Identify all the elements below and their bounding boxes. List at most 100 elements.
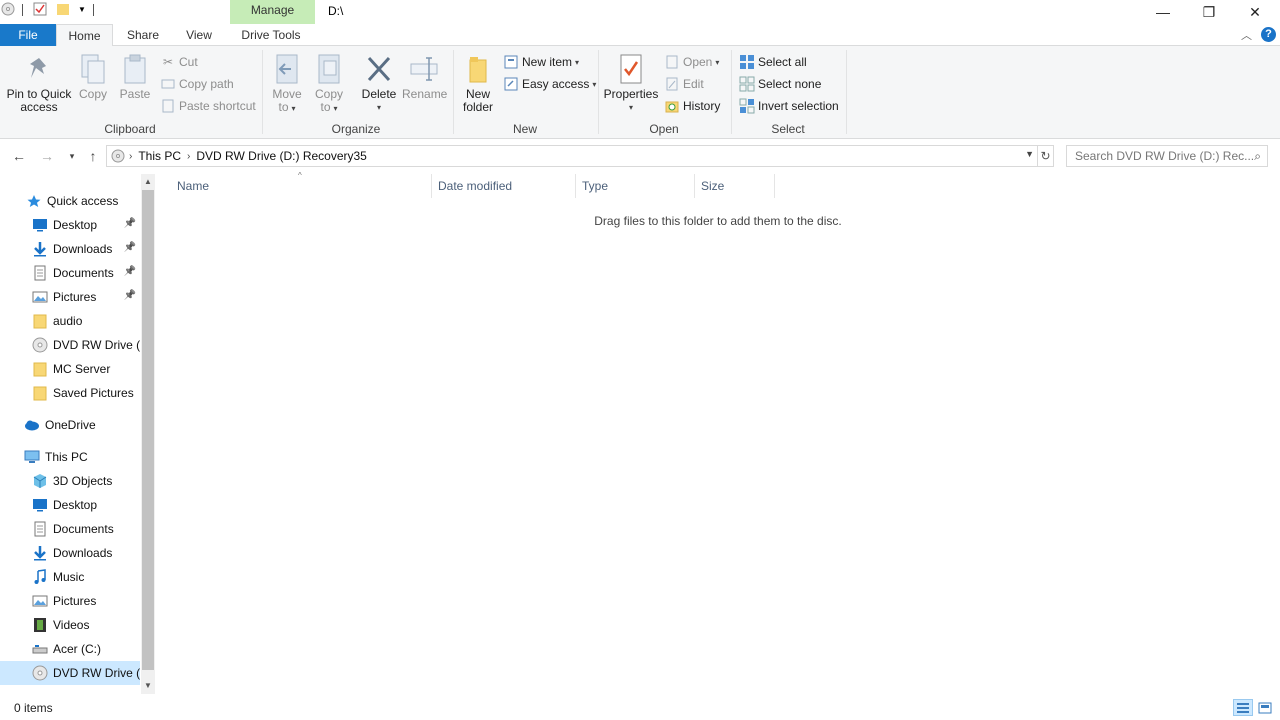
edit-button[interactable]: Edit bbox=[664, 74, 704, 94]
nav-quick-item[interactable]: audio bbox=[0, 309, 140, 333]
scroll-up-arrow-icon[interactable]: ▲ bbox=[141, 174, 155, 190]
column-header-type[interactable]: Type bbox=[576, 174, 695, 198]
nav-pc-item[interactable]: Music bbox=[0, 565, 140, 589]
properties-button[interactable]: Properties ▾ bbox=[603, 52, 659, 114]
downloads-icon bbox=[32, 241, 48, 257]
easy-access-button[interactable]: Easy access ▾ bbox=[503, 74, 596, 94]
nav-pc-item[interactable]: Downloads bbox=[0, 541, 140, 565]
rename-label: Rename bbox=[402, 87, 448, 101]
nav-quick-item[interactable]: Pictures 📌 bbox=[0, 285, 140, 309]
paste-shortcut-label: Paste shortcut bbox=[179, 99, 256, 113]
select-none-button[interactable]: Select none bbox=[739, 74, 821, 94]
dvd-drive-icon bbox=[32, 337, 48, 353]
documents-icon bbox=[32, 265, 48, 281]
move-to-button[interactable]: Move to ▾ bbox=[268, 52, 306, 115]
recent-locations-chevron-icon[interactable]: ▾ bbox=[63, 147, 81, 165]
nav-quick-item[interactable]: Saved Pictures bbox=[0, 381, 140, 405]
new-folder-button[interactable]: New folder bbox=[458, 52, 498, 114]
nav-pc-item[interactable]: Pictures bbox=[0, 589, 140, 613]
minimize-button[interactable]: — bbox=[1140, 0, 1186, 24]
refresh-icon[interactable]: ↻ bbox=[1038, 145, 1054, 167]
nav-quick-item[interactable]: DVD RW Drive (D bbox=[0, 333, 140, 357]
select-all-label: Select all bbox=[758, 55, 807, 69]
paste-shortcut-icon bbox=[160, 98, 176, 114]
nav-quick-access[interactable]: Quick access bbox=[0, 189, 140, 213]
select-none-label: Select none bbox=[758, 77, 822, 91]
tab-manage[interactable]: Manage bbox=[230, 0, 315, 24]
invert-selection-button[interactable]: Invert selection bbox=[739, 96, 839, 116]
select-all-button[interactable]: Select all bbox=[739, 52, 807, 72]
tab-view[interactable]: View bbox=[176, 24, 222, 46]
downloads-icon bbox=[32, 545, 48, 561]
copy-to-button[interactable]: Copy to ▾ bbox=[310, 52, 348, 115]
nav-pc-item-label: Music bbox=[53, 570, 85, 584]
copy-icon bbox=[77, 52, 109, 86]
large-icons-view-icon[interactable] bbox=[1255, 699, 1275, 716]
pin-to-quick-access-button[interactable]: Pin to Quick access bbox=[4, 52, 74, 114]
nav-pc-item-label: Pictures bbox=[53, 594, 97, 608]
nav-onedrive[interactable]: OneDrive bbox=[0, 413, 140, 437]
search-input[interactable]: Search DVD RW Drive (D:) Rec... ⌕ bbox=[1066, 145, 1268, 167]
nav-pc-item[interactable]: 3D Objects bbox=[0, 469, 140, 493]
tab-home[interactable]: Home bbox=[56, 24, 113, 47]
collapse-ribbon-chevron-icon[interactable]: ︿ bbox=[1241, 27, 1252, 43]
nav-quick-item[interactable]: Documents 📌 bbox=[0, 261, 140, 285]
new-folder-quick-icon[interactable] bbox=[55, 0, 71, 18]
paste-button[interactable]: Paste bbox=[118, 52, 152, 101]
group-label-organize: Organize bbox=[331, 122, 381, 136]
tab-drive-tools[interactable]: Drive Tools bbox=[232, 24, 310, 46]
new-item-button[interactable]: New item ▾ bbox=[503, 52, 579, 72]
paste-shortcut-button[interactable]: Paste shortcut bbox=[160, 96, 256, 116]
computer-icon bbox=[24, 449, 40, 465]
dropdown-caret-icon: ▾ bbox=[291, 104, 296, 113]
folder-icon bbox=[32, 385, 48, 401]
up-arrow-icon[interactable]: ↑ bbox=[84, 147, 102, 165]
scroll-down-arrow-icon[interactable]: ▼ bbox=[141, 678, 155, 694]
nav-pc-item[interactable]: Acer (C:) bbox=[0, 637, 140, 661]
nav-quick-item-label: Pictures bbox=[53, 290, 97, 304]
nav-quick-item[interactable]: Downloads 📌 bbox=[0, 237, 140, 261]
back-arrow-icon[interactable]: ← bbox=[10, 147, 28, 165]
delete-button[interactable]: Delete ▾ bbox=[358, 52, 400, 114]
customize-toolbar-chevron-icon[interactable]: ▼ bbox=[74, 0, 90, 18]
forward-arrow-icon[interactable]: → bbox=[38, 147, 56, 165]
breadcrumb-dvd-drive[interactable]: DVD RW Drive (D:) Recovery35 bbox=[192, 149, 370, 163]
tab-share[interactable]: Share bbox=[116, 24, 170, 46]
nav-this-pc[interactable]: This PC bbox=[0, 445, 140, 469]
tab-file[interactable]: File bbox=[0, 24, 56, 46]
nav-quick-item[interactable]: Desktop 📌 bbox=[0, 213, 140, 237]
group-separator bbox=[846, 50, 847, 134]
star-icon bbox=[26, 193, 42, 209]
breadcrumb-separator-icon[interactable]: › bbox=[185, 151, 192, 162]
properties-quick-icon[interactable] bbox=[32, 0, 48, 18]
close-button[interactable]: ✕ bbox=[1232, 0, 1278, 24]
details-view-icon[interactable] bbox=[1233, 699, 1253, 716]
open-button[interactable]: Open ▾ bbox=[664, 52, 719, 72]
history-button[interactable]: History bbox=[664, 96, 720, 116]
help-icon[interactable]: ? bbox=[1261, 27, 1276, 42]
nav-quick-item[interactable]: MC Server bbox=[0, 357, 140, 381]
rename-button[interactable]: Rename bbox=[402, 52, 448, 101]
column-header-name[interactable]: Name bbox=[171, 174, 432, 198]
nav-pc-item[interactable]: Documents bbox=[0, 517, 140, 541]
column-header-date-modified[interactable]: Date modified bbox=[432, 174, 576, 198]
delete-label: Delete bbox=[361, 87, 397, 101]
cut-button[interactable]: ✂ Cut bbox=[160, 52, 198, 72]
copy-path-button[interactable]: Copy path bbox=[160, 74, 234, 94]
nav-pc-item[interactable]: Desktop bbox=[0, 493, 140, 517]
scrollbar-thumb[interactable] bbox=[142, 190, 154, 670]
file-list[interactable]: ^ Name Date modified Type Size Drag file… bbox=[156, 171, 1280, 694]
nav-pc-item[interactable]: DVD RW Drive (D bbox=[0, 661, 140, 685]
copy-button[interactable]: Copy bbox=[76, 52, 110, 101]
address-bar[interactable]: › This PC › DVD RW Drive (D:) Recovery35… bbox=[106, 145, 1038, 167]
edit-label: Edit bbox=[683, 77, 704, 91]
maximize-button[interactable]: ❐ bbox=[1186, 0, 1232, 24]
breadcrumb-separator-icon[interactable]: › bbox=[127, 151, 134, 162]
cloud-icon bbox=[24, 417, 40, 433]
nav-pc-item[interactable]: Videos bbox=[0, 613, 140, 637]
column-header-size[interactable]: Size bbox=[695, 174, 775, 198]
address-history-chevron-icon[interactable]: ▼ bbox=[1025, 149, 1034, 159]
move-to-label-line2: to ▾ bbox=[268, 101, 306, 115]
breadcrumb-this-pc[interactable]: This PC bbox=[134, 149, 185, 163]
nav-pc-item-label: Documents bbox=[53, 522, 114, 536]
